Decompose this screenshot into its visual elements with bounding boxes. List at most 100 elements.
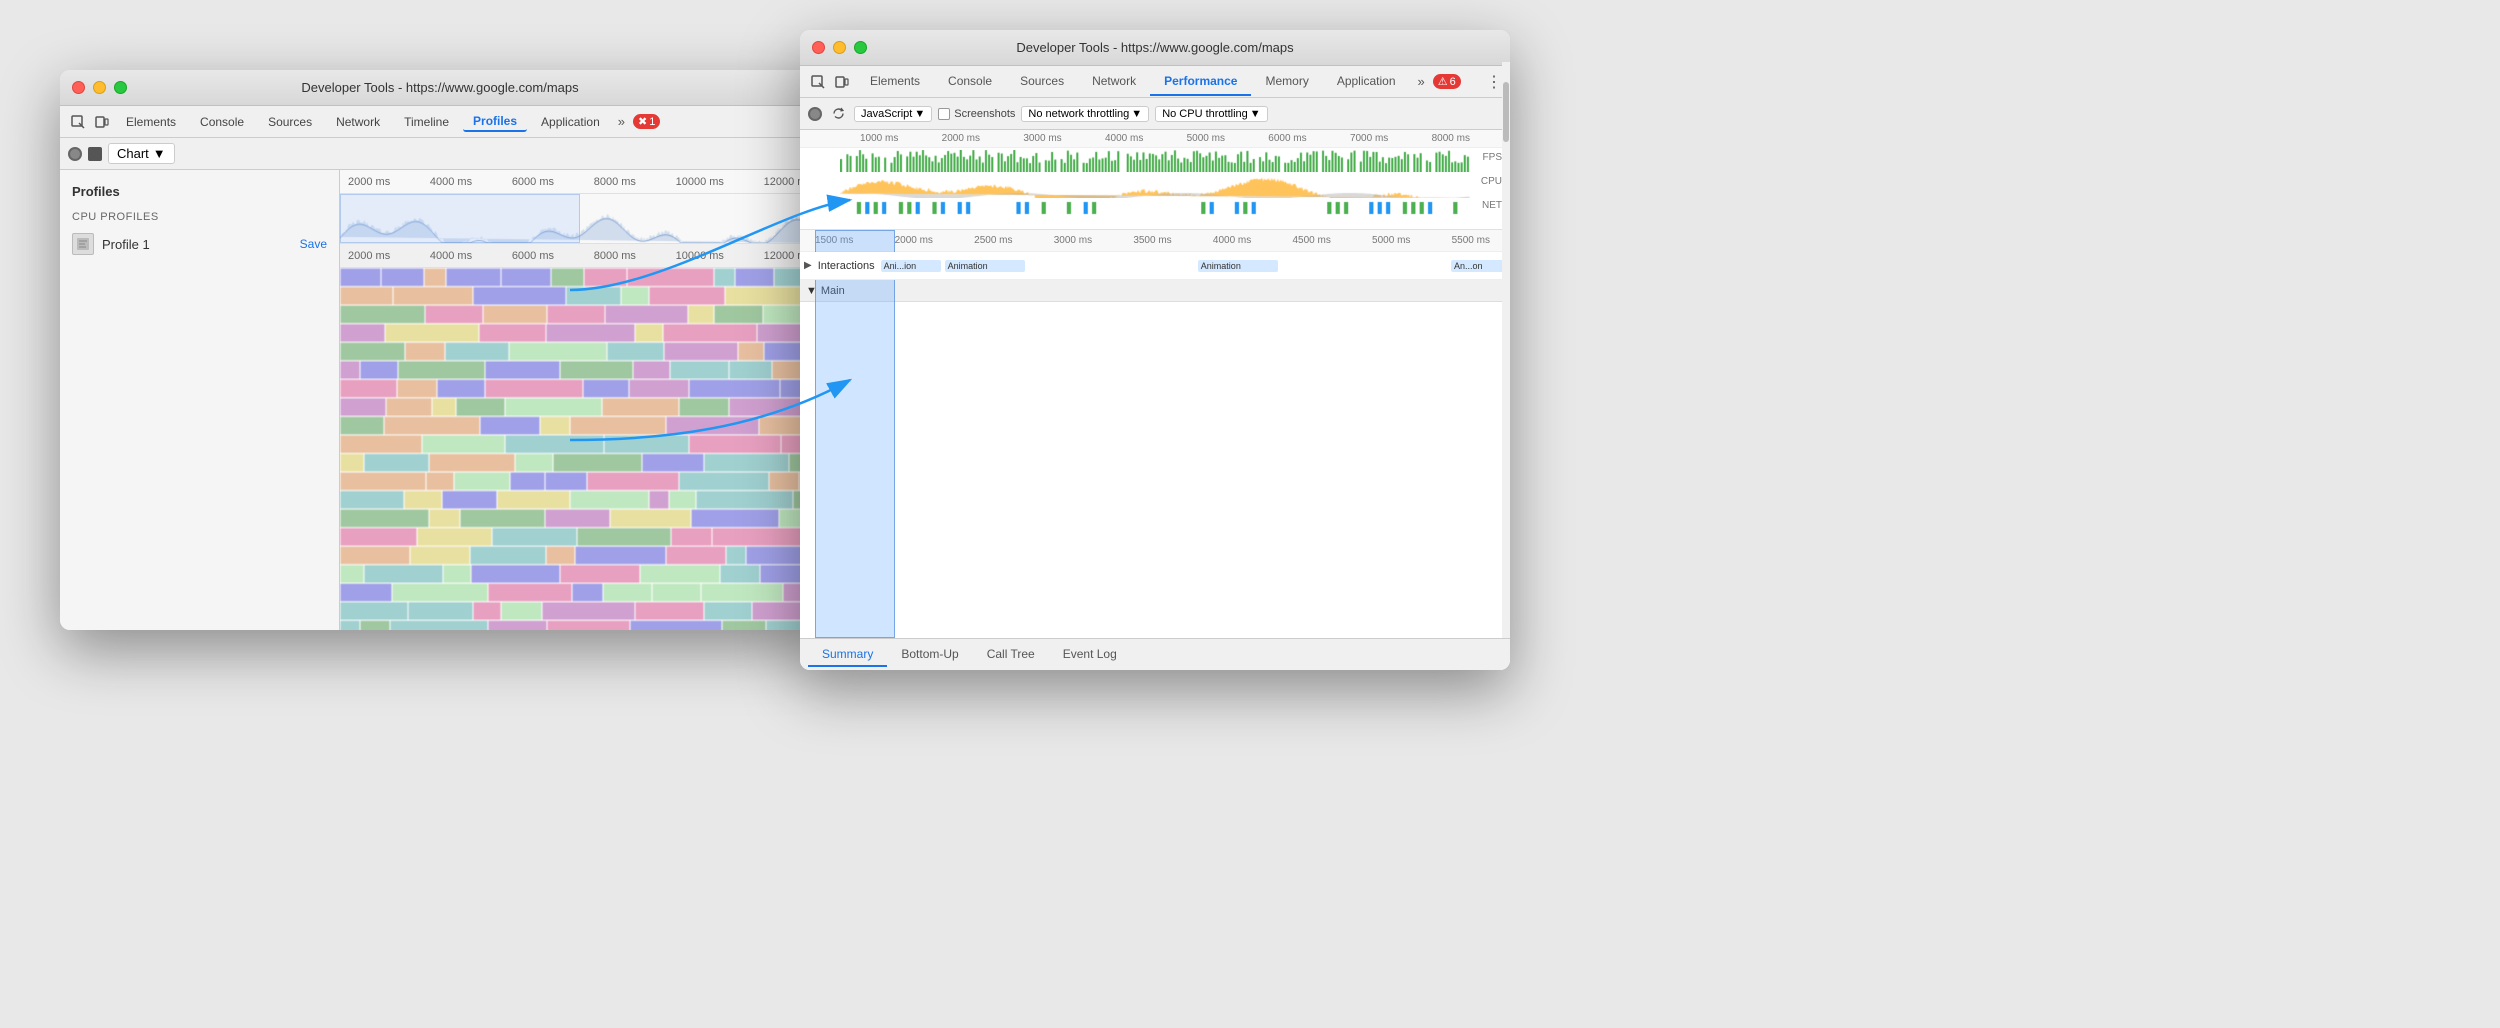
close-button-right[interactable] [812, 41, 825, 54]
chart-selector[interactable]: Chart ▼ [108, 143, 175, 164]
ov-mark-4: 5000 ms [1187, 133, 1225, 144]
error-icon: ✖ [638, 115, 647, 128]
ov-mark-2: 3000 ms [1023, 133, 1061, 144]
interactions-expand-arrow[interactable]: ▶ [804, 260, 812, 271]
bottom-tabs: Summary Bottom-Up Call Tree Event Log [800, 638, 1510, 670]
ov-mark-7: 8000 ms [1432, 133, 1470, 144]
profile-name-1: Profile 1 [102, 237, 292, 252]
perf-tab-application[interactable]: Application [1323, 68, 1410, 96]
int-bar-label-3: An...on [1454, 261, 1483, 271]
more-tabs-icon[interactable]: » [614, 114, 629, 129]
profile-item-1[interactable]: Profile 1 Save [60, 227, 339, 261]
perf-tab-performance[interactable]: Performance [1150, 68, 1251, 96]
bottom-tab-eventlog[interactable]: Event Log [1049, 643, 1131, 667]
ov-mark-3: 4000 ms [1105, 133, 1143, 144]
perf-toolbar1: Elements Console Sources Network Perform… [800, 66, 1510, 98]
ruler-mark-0: 2000 ms [348, 176, 390, 188]
close-button-left[interactable] [72, 81, 85, 94]
chart-area-left: 2000 ms 4000 ms 6000 ms 8000 ms 10000 ms… [340, 170, 820, 630]
chart-label: Chart [117, 146, 149, 161]
cpu-throttle-selector[interactable]: No CPU throttling ▼ [1155, 106, 1267, 122]
minimize-button-left[interactable] [93, 81, 106, 94]
scrollbar-right[interactable] [1502, 62, 1510, 638]
tl-mark-5: 4000 ms [1213, 235, 1251, 246]
screenshots-checkbox[interactable]: Screenshots [938, 108, 1015, 120]
perf-tab-sources[interactable]: Sources [1006, 68, 1078, 96]
ruler-mark2-2: 6000 ms [512, 250, 554, 262]
flame-chart-left[interactable] [340, 268, 820, 630]
profile-save-1[interactable]: Save [300, 237, 327, 251]
js-label: JavaScript [861, 108, 912, 120]
net-bars [840, 200, 1470, 216]
maximize-button-right[interactable] [854, 41, 867, 54]
flame-overview-left [340, 194, 820, 244]
error-badge-left: ✖ 1 [633, 114, 660, 129]
perf-window-content: Elements Console Sources Network Perform… [800, 66, 1510, 670]
timeline-selection [815, 230, 895, 638]
record-button-right[interactable] [808, 107, 822, 121]
tab-elements[interactable]: Elements [116, 113, 186, 131]
more-tabs-icon-right[interactable]: » [1414, 74, 1429, 89]
ov-mark-6: 7000 ms [1350, 133, 1388, 144]
fps-label: FPS [1483, 152, 1502, 163]
tab-console[interactable]: Console [190, 113, 254, 131]
ruler-marks2: 2000 ms 4000 ms 6000 ms 8000 ms 10000 ms… [348, 250, 812, 262]
bottom-tab-calltree[interactable]: Call Tree [973, 643, 1049, 667]
perf-tab-memory[interactable]: Memory [1251, 68, 1322, 96]
reload-icon[interactable] [828, 104, 848, 124]
inspect-icon[interactable] [68, 112, 88, 132]
device-icon-right[interactable] [832, 72, 852, 92]
js-selector[interactable]: JavaScript ▼ [854, 106, 932, 122]
tl-mark-2: 2500 ms [974, 235, 1012, 246]
main-section-header[interactable]: ▼ Main [800, 280, 1510, 302]
fps-bars [840, 150, 1470, 172]
scrollbar-thumb[interactable] [1503, 82, 1509, 142]
perf-tab-elements[interactable]: Elements [856, 68, 934, 96]
tl-mark-3: 3000 ms [1054, 235, 1092, 246]
cb-box [938, 108, 950, 120]
interaction-bar-1: Animation [945, 260, 1025, 272]
tab-timeline[interactable]: Timeline [394, 113, 459, 131]
perf-tab-network[interactable]: Network [1078, 68, 1150, 96]
tl-mark-1: 2000 ms [895, 235, 933, 246]
tab-application[interactable]: Application [531, 113, 610, 131]
tab-profiles[interactable]: Profiles [463, 112, 527, 132]
maximize-button-left[interactable] [114, 81, 127, 94]
bottom-tab-summary[interactable]: Summary [808, 643, 887, 667]
left-window-title: Developer Tools - https://www.google.com… [301, 80, 578, 95]
more-menu-icon-right[interactable]: ⋮ [1486, 72, 1502, 92]
tab-sources[interactable]: Sources [258, 113, 322, 131]
tab-network[interactable]: Network [326, 113, 390, 131]
perf-content: 1000 ms 2000 ms 3000 ms 4000 ms 5000 ms … [800, 130, 1510, 670]
left-timeline-ruler: 2000 ms 4000 ms 6000 ms 8000 ms 10000 ms… [340, 170, 820, 194]
bottom-tab-bottomup[interactable]: Bottom-Up [887, 643, 972, 667]
screenshots-label: Screenshots [954, 108, 1015, 120]
left-toolbar2: Chart ▼ [60, 138, 820, 170]
cpu-profiles-label: CPU PROFILES [60, 207, 339, 227]
interaction-bars: Ani...ion Animation Animation An...on [881, 258, 1506, 274]
ruler-mark2-3: 8000 ms [594, 250, 636, 262]
cpu-bars [840, 174, 1470, 198]
tl-mark-4: 3500 ms [1133, 235, 1171, 246]
timeline-ruler2: 1500 ms 2000 ms 2500 ms 3000 ms 3500 ms … [800, 230, 1510, 252]
js-dropdown-arrow: ▼ [914, 108, 925, 120]
inspect-icon-right[interactable] [808, 72, 828, 92]
perf-tabs: Elements Console Sources Network Perform… [856, 68, 1410, 96]
stop-button-left[interactable] [88, 147, 102, 161]
device-icon[interactable] [92, 112, 112, 132]
perf-tab-console[interactable]: Console [934, 68, 1006, 96]
overview-chart-rows: FPS CPU NET [800, 148, 1510, 230]
int-bar-label-2: Animation [1201, 261, 1241, 271]
traffic-lights-left [72, 81, 127, 94]
ruler-mark2-1: 4000 ms [430, 250, 472, 262]
minimize-button-right[interactable] [833, 41, 846, 54]
left-toolbar-tabs: Elements Console Sources Network Timelin… [60, 106, 820, 138]
timeline-section: 1500 ms 2000 ms 2500 ms 3000 ms 3500 ms … [800, 230, 1510, 638]
chart-dropdown-arrow: ▼ [153, 146, 166, 161]
network-throttle-selector[interactable]: No network throttling ▼ [1021, 106, 1149, 122]
cpu-throttle-label: No CPU throttling [1162, 108, 1248, 120]
profiles-content: Profiles CPU PROFILES Profile 1 Save [60, 170, 820, 630]
record-button-left[interactable] [68, 147, 82, 161]
stop-icon [90, 149, 100, 159]
ov-mark-1: 2000 ms [942, 133, 980, 144]
